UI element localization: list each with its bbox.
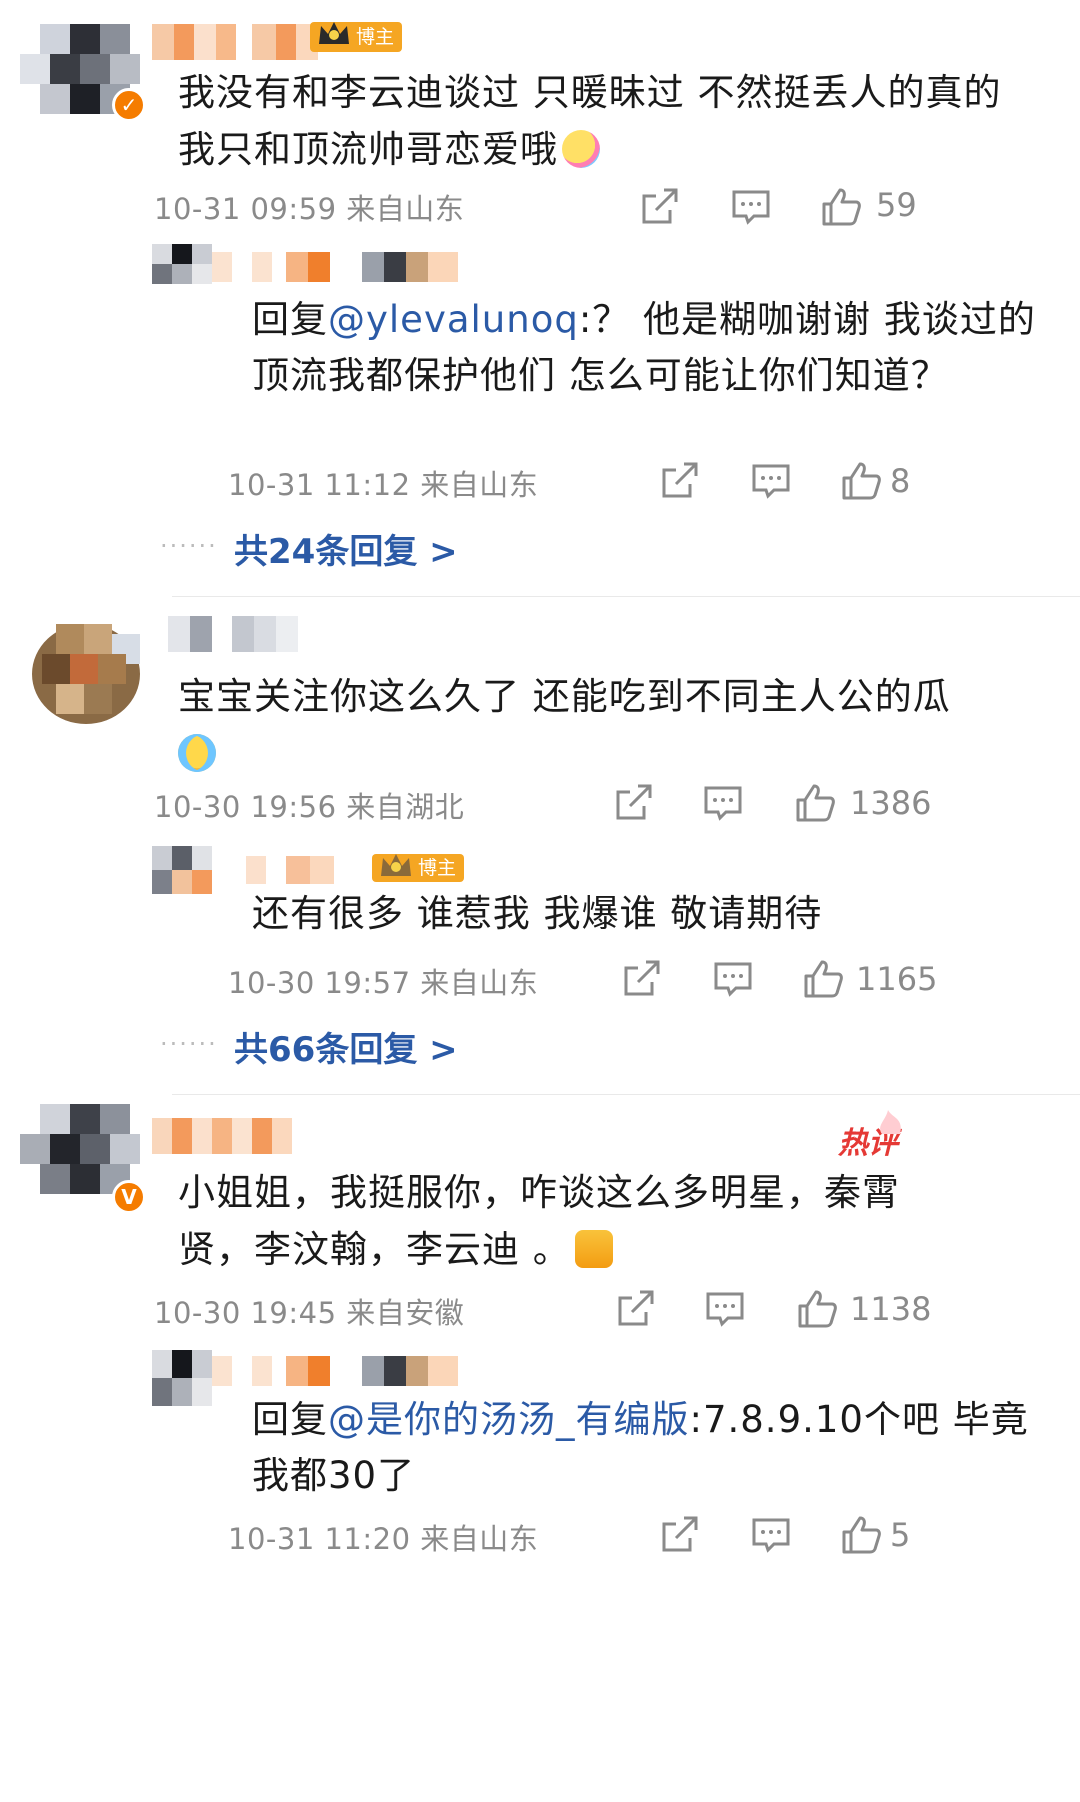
reply-comment-button[interactable] [748,458,794,504]
flame-icon [880,1110,901,1134]
share-icon [662,462,698,498]
comment-icon [704,786,742,821]
verified-badge-icon: V [112,1180,146,1214]
reply-like-count: 5 [890,1516,911,1554]
reply-username-obscured[interactable] [246,856,366,884]
share-button[interactable] [636,184,682,230]
reply-time-location: 10-31 11:12 来自山东 [228,468,539,502]
reply-avatar[interactable] [152,1350,212,1406]
mention-link[interactable]: @是你的汤汤_有编版 [328,1398,690,1441]
reply-body: 回复@ylevalunoq:？ 他是糊咖谢谢 我谈过的顶流我都保护他们 怎么可能… [252,292,1040,404]
reply-prefix: 回复 [252,1398,328,1441]
reply-avatar[interactable] [152,244,212,304]
more-replies-link[interactable]: 共24条回复 > [234,524,458,573]
crying-face-emoji-icon [178,734,216,772]
thread-divider [172,1094,1080,1095]
comment-button[interactable] [728,184,774,230]
reply-body: 回复@是你的汤汤_有编版:7.8.9.10个吧 毕竟我都30了 [252,1392,1040,1504]
reply-like-button[interactable] [838,458,884,504]
share-icon [618,1290,654,1326]
reply-like-count: 8 [890,462,911,500]
reply-time-location: 10-31 11:20 来自山东 [228,1522,539,1556]
comment-icon [752,464,790,499]
comment-list: ✓ 博主 我没有和李云迪谈过 只暖昧过 不然挺丢人的真的 我只和顶流帅哥恋爱哦 … [0,0,1080,1802]
reply-like-count: 1165 [856,960,938,998]
more-replies-link[interactable]: 共66条回复 > [234,1022,458,1071]
more-dots: ······ [160,1030,218,1058]
blogger-badge-label: 博主 [356,26,395,48]
comment-icon [706,1292,744,1327]
comment-text: 小姐姐，我挺服你，咋谈这么多明星，秦霄贤，李汶翰，李云迪 。 [178,1171,900,1271]
comment-button[interactable] [702,1286,748,1332]
username-obscured[interactable] [152,24,332,60]
comment-body: 小姐姐，我挺服你，咋谈这么多明星，秦霄贤，李汶翰，李云迪 。 [178,1164,930,1278]
more-dots: ······ [160,532,218,560]
like-icon [842,462,881,500]
reply-like-button[interactable] [838,1512,884,1558]
share-icon [616,784,652,820]
reply-share-button[interactable] [618,956,664,1002]
reply-prefix: 回复 [252,298,328,341]
reply-body: 还有很多 谁惹我 我爆谁 敬请期待 [252,886,1040,942]
reply-share-button[interactable] [656,1512,702,1558]
like-count: 1386 [850,784,932,822]
verified-badge-icon: ✓ [112,88,146,122]
mention-link[interactable]: @ylevalunoq [328,298,579,341]
blogger-badge-label: 博主 [418,857,457,879]
comment-body: 宝宝关注你这么久了 还能吃到不同主人公的瓜 [178,668,1040,782]
share-icon [624,960,660,996]
share-button[interactable] [610,780,656,826]
reply-username-obscured[interactable] [212,1356,462,1386]
comment-time-location: 10-31 09:59 来自山东 [154,192,465,226]
reply-share-button[interactable] [656,458,702,504]
comment-body: 我没有和李云迪谈过 只暖昧过 不然挺丢人的真的 我只和顶流帅哥恋爱哦 [178,64,1040,178]
crown-icon [319,22,349,44]
blogger-badge: 博主 [372,854,465,882]
reply-comment-button[interactable] [748,1512,794,1558]
reply-like-button[interactable] [800,956,846,1002]
reply-avatar[interactable] [152,846,212,894]
like-count: 59 [876,186,917,224]
comment-time-location: 10-30 19:56 来自湖北 [154,790,465,824]
blogger-badge: 博主 [310,22,403,52]
rainbow-kiss-emoji-icon [562,130,600,168]
username-obscured[interactable] [152,1118,302,1154]
avatar[interactable]: V [20,1104,152,1236]
comment-time-location: 10-30 19:45 来自安徽 [154,1296,465,1330]
like-count: 1138 [850,1290,932,1328]
comment-icon [714,962,752,997]
like-icon [842,1516,881,1554]
share-icon [642,188,678,224]
avatar[interactable] [20,608,152,740]
like-icon [798,1290,837,1328]
reply-username-obscured[interactable] [212,252,462,282]
like-icon [796,784,835,822]
reply-text: 还有很多 谁惹我 我爆谁 敬请期待 [252,892,823,935]
like-icon [822,188,861,226]
avatar[interactable]: ✓ [20,14,152,146]
thumbs-up-emoji-icon [574,1230,613,1268]
comment-text: 宝宝关注你这么久了 还能吃到不同主人公的瓜 [178,675,951,718]
thread-divider [172,596,1080,597]
comment-icon [752,1518,790,1553]
share-icon [662,1516,698,1552]
like-button[interactable] [792,780,838,826]
username-obscured[interactable] [152,616,312,652]
reply-comment-button[interactable] [710,956,756,1002]
comment-button[interactable] [700,780,746,826]
like-icon [804,960,843,998]
like-button[interactable] [818,184,864,230]
comment-icon [732,190,770,225]
like-button[interactable] [794,1286,840,1332]
share-button[interactable] [612,1286,658,1332]
crown-icon [381,854,411,876]
reply-time-location: 10-30 19:57 来自山东 [228,966,539,1000]
